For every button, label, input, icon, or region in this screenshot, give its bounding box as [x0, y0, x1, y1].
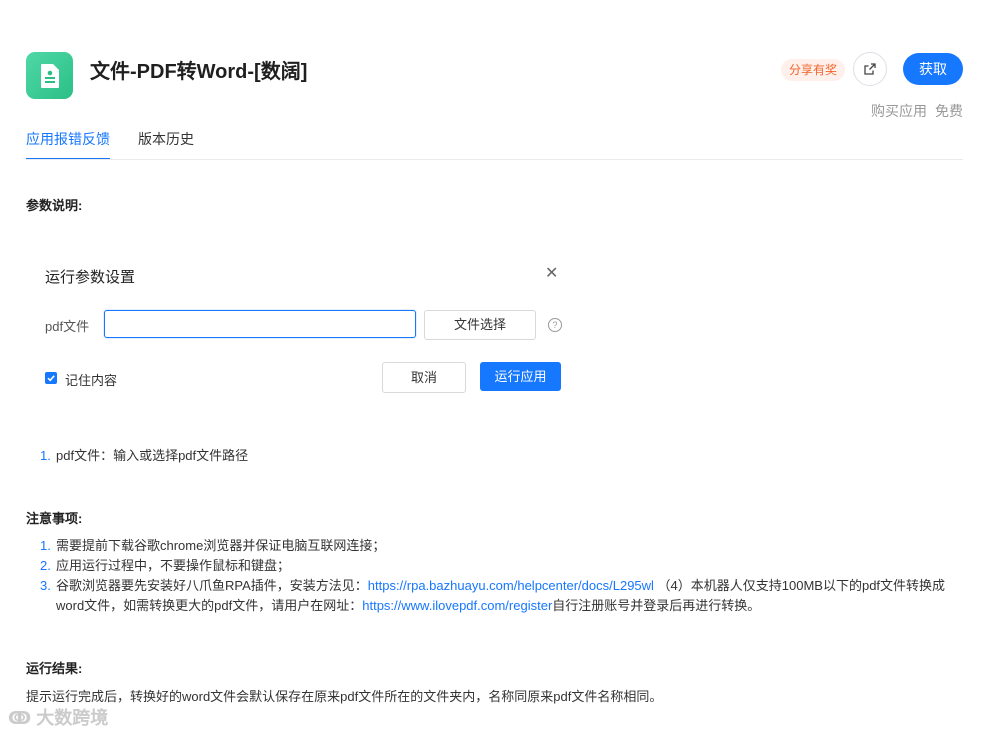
params-list: 1. pdf文件：输入或选择pdf文件路径: [40, 446, 248, 466]
close-icon[interactable]: ✕: [545, 266, 558, 282]
app-title: 文件-PDF转Word-[数阔]: [90, 61, 308, 83]
list-number: 2.: [40, 558, 51, 573]
watermark-text: 大数跨境: [36, 708, 109, 728]
external-link-icon: [864, 63, 876, 75]
file-select-button[interactable]: 文件选择: [424, 310, 536, 340]
remember-label: 记住内容: [65, 373, 118, 388]
tab-error-feedback[interactable]: 应用报错反馈: [26, 129, 110, 160]
list-item: 1. 需要提前下载谷歌chrome浏览器并保证电脑互联网连接；: [40, 536, 962, 556]
purchase-info: 购买应用 免费: [871, 101, 963, 121]
tabs-divider: [26, 159, 963, 160]
list-text: 谷歌浏览器要先安装好八爪鱼RPA插件，安装方法见：: [56, 578, 368, 593]
price-label: 免费: [935, 103, 963, 119]
document-icon: [40, 63, 59, 88]
list-text: 自行注册账号并登录后再进行转换。: [552, 598, 761, 613]
purchase-label: 购买应用: [871, 103, 927, 119]
pdf-file-input[interactable]: [104, 310, 416, 338]
list-number: 1.: [40, 448, 51, 463]
list-number: 1.: [40, 538, 51, 553]
share-reward-badge[interactable]: 分享有奖: [781, 59, 846, 81]
dialog-title: 运行参数设置: [45, 269, 136, 286]
check-icon: [47, 375, 55, 382]
run-app-button[interactable]: 运行应用: [480, 362, 561, 391]
list-text: pdf文件：输入或选择pdf文件路径: [56, 448, 249, 463]
tab-version-history[interactable]: 版本历史: [138, 129, 194, 160]
register-link[interactable]: https://www.ilovepdf.com/register: [362, 598, 552, 613]
list-text: 应用运行过程中，不要操作鼠标和键盘；: [56, 558, 291, 573]
share-button[interactable]: [853, 52, 887, 86]
app-icon: [26, 52, 73, 99]
list-number: 3.: [40, 578, 51, 593]
list-text: 需要提前下载谷歌chrome浏览器并保证电脑互联网连接；: [56, 538, 386, 553]
get-button[interactable]: 获取: [903, 53, 963, 85]
remember-checkbox[interactable]: [45, 372, 57, 384]
result-title: 运行结果:: [26, 661, 83, 676]
run-params-dialog: 运行参数设置 ✕ pdf文件 文件选择 ? 记住内容 取消 运行应用: [26, 244, 576, 414]
tab-bar: 应用报错反馈 版本历史: [26, 129, 222, 160]
notes-list: 1. 需要提前下载谷歌chrome浏览器并保证电脑互联网连接； 2. 应用运行过程中…: [40, 536, 962, 616]
notes-title: 注意事项:: [26, 511, 83, 526]
watermark: ↂ 大数跨境: [8, 708, 109, 728]
list-item: 2. 应用运行过程中，不要操作鼠标和键盘；: [40, 556, 962, 576]
plugin-install-link[interactable]: https://rpa.bazhuayu.com/helpcenter/docs…: [368, 578, 654, 593]
question-circle-icon[interactable]: ?: [548, 318, 562, 332]
list-item: 3. 谷歌浏览器要先安装好八爪鱼RPA插件，安装方法见：https://rpa.b…: [40, 576, 962, 616]
cancel-button[interactable]: 取消: [382, 362, 466, 393]
list-item: 1. pdf文件：输入或选择pdf文件路径: [40, 446, 248, 466]
params-section-title: 参数说明:: [26, 198, 83, 213]
result-text: 提示运行完成后，转换好的word文件会默认保存在原来pdf文件所在的文件夹内，名…: [26, 689, 663, 704]
pdf-file-label: pdf文件: [45, 319, 90, 334]
